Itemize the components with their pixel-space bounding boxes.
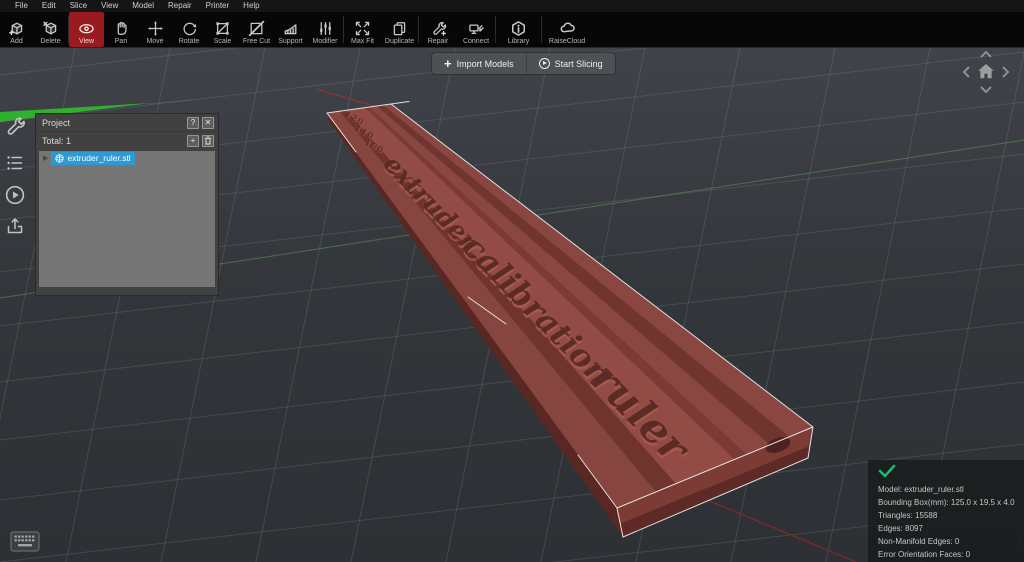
close-button[interactable]: ✕	[202, 116, 214, 129]
menu-file[interactable]: File	[8, 0, 35, 12]
list-icon[interactable]	[5, 153, 25, 173]
menu-printer[interactable]: Printer	[199, 0, 237, 12]
library-button[interactable]: Library	[496, 12, 541, 47]
menu-repair[interactable]: Repair	[161, 0, 199, 12]
app-window: 120 110 100 120 110 100 extruder calibra…	[0, 0, 1024, 562]
play-circle-icon[interactable]	[4, 184, 26, 206]
mesh-sphere-icon	[55, 153, 64, 163]
keyboard-icon[interactable]	[10, 531, 40, 552]
cloud-icon	[560, 22, 575, 33]
wrench-plus-icon	[432, 21, 446, 36]
menu-bar: File Edit Slice View Model Repair Printe…	[0, 0, 1024, 12]
menu-help[interactable]: Help	[236, 0, 266, 12]
move-arrows-icon	[147, 21, 163, 36]
chevron-up-icon[interactable]	[979, 50, 993, 59]
project-panel-toolbar: Total: 1 +	[36, 131, 218, 149]
connect-icon	[468, 24, 484, 35]
info-model-name: Model: extruder_ruler.stl	[878, 485, 964, 494]
play-circle-icon	[538, 58, 550, 69]
delete-button[interactable]: Delete	[33, 12, 68, 47]
model-list-item-selected[interactable]: extruder_ruler.stl	[51, 151, 135, 165]
eye-icon	[79, 24, 94, 34]
rotate-icon	[182, 22, 196, 36]
model-list-item[interactable]: ▶ extruder_ruler.stl	[39, 151, 215, 165]
modifier-button[interactable]: Modifier	[307, 12, 343, 47]
duplicate-icon	[393, 22, 406, 36]
chevron-right-icon[interactable]	[1001, 65, 1010, 79]
move-button[interactable]: Move	[138, 12, 172, 47]
add-button[interactable]: Add	[0, 12, 33, 47]
action-bar: + Import Models Start Slicing	[432, 53, 615, 74]
model-info-panel: Model: extruder_ruler.stl Bounding Box(m…	[868, 460, 1024, 562]
cube-x-icon	[43, 21, 57, 35]
info-error-orientation: Error Orientation Faces: 0	[878, 550, 971, 559]
menu-model[interactable]: Model	[125, 0, 161, 12]
cube-plus-icon	[9, 22, 23, 36]
info-edges: Edges: 8097	[878, 524, 923, 533]
expand-arrow-icon[interactable]: ▶	[43, 154, 48, 162]
menu-edit[interactable]: Edit	[35, 0, 63, 12]
start-slicing-button[interactable]: Start Slicing	[525, 53, 615, 74]
plus-icon: +	[444, 56, 452, 71]
toolbar: Add Delete View Pan Move Rotate Scale Fr…	[0, 12, 1024, 48]
check-icon	[878, 464, 896, 478]
rotate-button[interactable]: Rotate	[172, 12, 206, 47]
duplicate-button[interactable]: Duplicate	[381, 12, 418, 47]
add-model-button[interactable]: +	[187, 134, 199, 147]
menu-slice[interactable]: Slice	[63, 0, 94, 12]
view-navigation-widget	[958, 48, 1014, 98]
import-models-button[interactable]: + Import Models	[432, 53, 526, 74]
model-file-name: extruder_ruler.stl	[67, 153, 131, 163]
sliders-icon	[319, 22, 331, 35]
max-fit-icon	[355, 21, 370, 36]
repair-button[interactable]: Repair	[419, 12, 457, 47]
hand-icon	[117, 21, 127, 35]
project-panel: Project ? ✕ Total: 1 + ▶ extruder_ruler.…	[35, 113, 219, 296]
raisecloud-button[interactable]: RaiseCloud	[542, 12, 592, 47]
info-bounding-box: Bounding Box(mm): 125.0 x 19.5 x 4.0	[878, 498, 1015, 507]
model-list: ▶ extruder_ruler.stl	[39, 151, 215, 287]
chevron-left-icon[interactable]	[962, 65, 971, 79]
delete-model-button[interactable]	[202, 134, 214, 147]
export-icon[interactable]	[5, 216, 25, 236]
trash-icon	[205, 136, 211, 145]
info-triangles: Triangles: 15588	[878, 511, 938, 520]
info-non-manifold: Non-Manifold Edges: 0	[878, 537, 960, 546]
support-button[interactable]: Support	[274, 12, 307, 47]
cut-icon	[248, 20, 265, 37]
home-icon[interactable]	[976, 62, 996, 82]
project-panel-titlebar: Project ? ✕	[36, 114, 218, 131]
max-fit-button[interactable]: Max Fit	[344, 12, 381, 47]
project-panel-title: Project	[42, 117, 71, 128]
hexagon-info-icon	[512, 21, 525, 36]
view-button[interactable]: View	[69, 12, 104, 47]
wrench-icon[interactable]	[4, 115, 26, 137]
support-icon	[284, 24, 297, 35]
chevron-down-icon[interactable]	[979, 85, 993, 94]
scale-icon	[216, 22, 229, 35]
free-cut-button[interactable]: Free Cut	[239, 12, 274, 47]
menu-view[interactable]: View	[94, 0, 125, 12]
total-count-label: Total: 1	[42, 135, 72, 146]
pan-button[interactable]: Pan	[104, 12, 138, 47]
connect-button[interactable]: Connect	[457, 12, 495, 47]
help-button[interactable]: ?	[187, 116, 199, 129]
scale-button[interactable]: Scale	[206, 12, 239, 47]
